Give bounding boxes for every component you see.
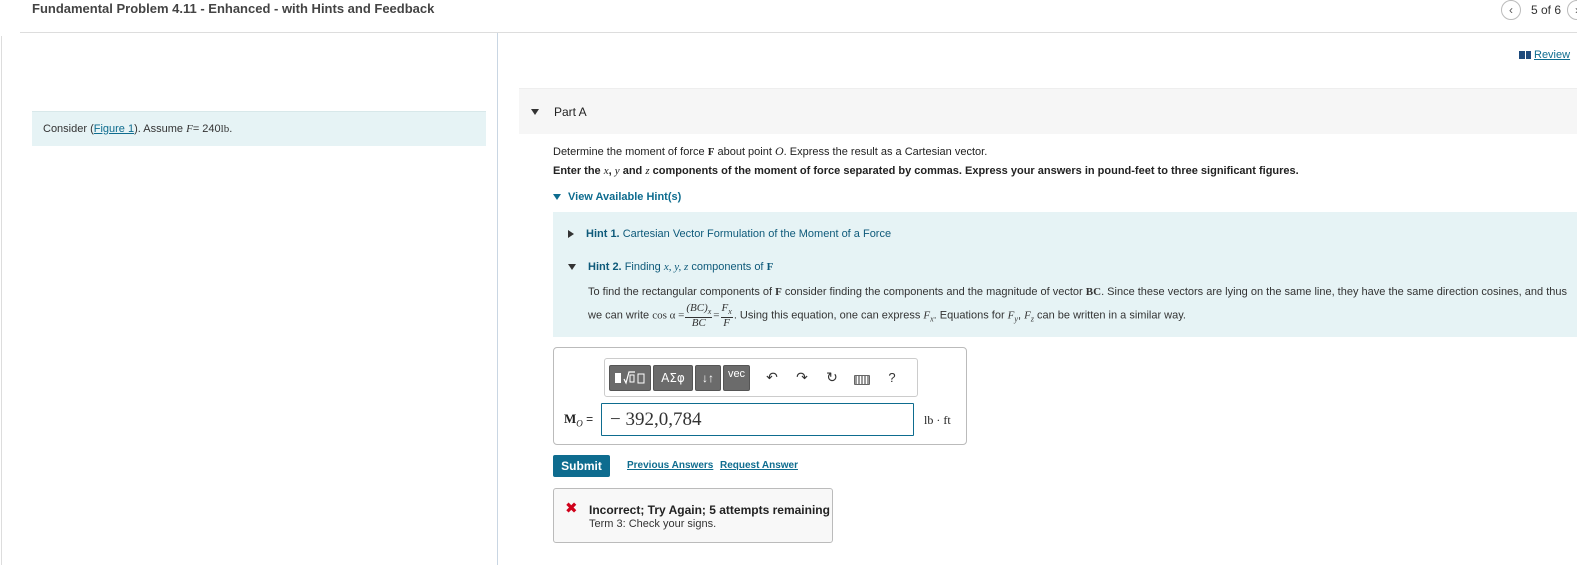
answer-label-m: M [564,411,577,426]
figure-link[interactable]: Figure 1 [94,123,134,135]
greek-symbols-button[interactable]: ΑΣφ [653,364,693,391]
math-toolbar: ΑΣφ ↓↑ vec ↶ ↷ ↻ ? [604,358,918,397]
q1-text-b: about point [714,146,775,158]
frac1-subscript: x [707,307,712,317]
header-divider [20,32,1577,33]
view-hints-toggle[interactable]: View Available Hint(s) [553,191,681,203]
frac1-denominator: BC [691,317,706,330]
hint-2-number: Hint 2. [588,261,622,273]
review-label: Review [1534,49,1571,61]
request-answer-link[interactable]: Request Answer [720,460,798,471]
answer-label-equals: = [582,412,594,426]
q2-text-b: components of the moment of force separa… [649,165,1299,177]
force-equals: = 240 [192,123,221,135]
hint-body-b: consider finding the components and the … [781,286,1086,298]
view-hints-label: View Available Hint(s) [568,191,682,203]
problem-period: . [229,123,233,135]
page-title: Fundamental Problem 4.11 - Enhanced - wi… [32,1,435,16]
hint-2-title-a: Finding [624,261,664,273]
force-unit: lb [220,123,230,135]
feedback-box: ✖ Incorrect; Try Again; 5 attempts remai… [553,488,833,543]
hint-1-header[interactable]: Hint 1. Cartesian Vector Formulation of … [568,228,891,240]
feedback-title: Incorrect; Try Again; 5 attempts remaini… [589,503,830,517]
hints-expanded-icon [553,194,561,200]
error-x-icon: ✖ [565,500,578,517]
templates-icon [615,370,645,385]
reset-icon[interactable]: ↻ [817,369,847,386]
problem-suffix: ). Assume [134,123,184,135]
collapse-triangle-icon[interactable] [531,108,539,115]
answer-area: ΑΣφ ↓↑ vec ↶ ↷ ↻ ? MO = − 392,0,784 lb ·… [553,347,967,445]
frac2-subscript: x [728,307,732,317]
problem-statement: Consider (Figure 1). Assume F = 240 lb. [32,111,486,146]
hint-1-title: Cartesian Vector Formulation of the Mome… [622,228,892,240]
hints-panel: Hint 1. Cartesian Vector Formulation of … [553,212,1577,337]
frac1-numerator: (BC) [686,302,708,314]
previous-answers-link[interactable]: Previous Answers [627,460,713,471]
hint-body-fz: F [1024,309,1031,322]
hint-1-number: Hint 1. [586,228,620,240]
hint-collapsed-icon [568,230,574,238]
pane-divider [497,33,498,565]
hint-2-title-b: components of [688,261,767,273]
fraction-force: Fx F [720,303,733,330]
previous-item-button[interactable]: ‹ [1500,0,1521,20]
hint-body-bc: BC [1085,286,1102,298]
redo-icon[interactable]: ↷ [787,369,817,386]
question-line-1: Determine the moment of force F about po… [553,144,987,159]
review-link[interactable]: Review [1519,49,1570,61]
next-item-button[interactable]: › [1567,0,1577,20]
templates-button[interactable] [609,364,651,391]
hint-2-header[interactable]: Hint 2. Finding x, y, z components of F [568,261,773,273]
q1-point-symbol: O [774,144,784,158]
fraction-bc: (BC)x BC [685,302,713,330]
part-a-header[interactable]: Part A [519,88,1577,134]
hint-body-equals: = [713,309,720,322]
q1-text-a: Determine the moment of force [553,146,708,158]
hint-2-body: To find the rectangular components of F … [588,281,1573,331]
undo-icon[interactable]: ↶ [757,369,787,386]
frac2-denominator: F [723,317,731,330]
feedback-detail: Term 3: Check your signs. [589,518,717,530]
hint-body-f: . Equations for [933,309,1008,322]
q1-text-c: . Express the result as a Cartesian vect… [783,146,988,158]
q2-and: and [619,165,646,177]
answer-label: MO = [564,411,593,428]
problem-prefix: Consider ( [43,123,94,135]
page-counter: 5 of 6 [1530,3,1561,17]
hint-body-force: F [775,286,782,298]
chevron-left-icon: ‹ [1508,3,1513,17]
book-icon [1519,51,1531,59]
hint-2-title-vars: x, y, z [663,261,689,273]
hint-body-e: . Using this equation, one can express [733,309,924,322]
hint-2-title-force: F [766,261,774,273]
answer-unit: lb · ft [924,413,951,427]
keyboard-icon[interactable] [847,370,877,386]
q2-text-a: Enter the [553,165,604,177]
hint-body-d: we can write [588,309,653,322]
hint-body-g: can be written in a similar way. [1033,309,1186,322]
vector-button[interactable]: vec [723,364,750,391]
part-label: Part A [554,104,587,119]
hint-body-a: To find the rectangular components of [588,286,776,298]
hint-body-cos: cos α = [652,309,685,322]
submit-button[interactable]: Submit [553,455,610,477]
arrows-button[interactable]: ↓↑ [695,364,721,391]
hint-body-c: . Since these vectors are lying on the s… [1101,286,1567,298]
force-variable: F [186,123,193,135]
pager: ‹ 5 of 6 › [1500,0,1577,20]
question-line-2: Enter the x, y and z components of the m… [553,165,1299,177]
hint-expanded-icon [568,264,576,270]
help-icon[interactable]: ? [877,370,907,385]
left-border [1,36,2,565]
answer-input[interactable]: − 392,0,784 [601,403,914,436]
